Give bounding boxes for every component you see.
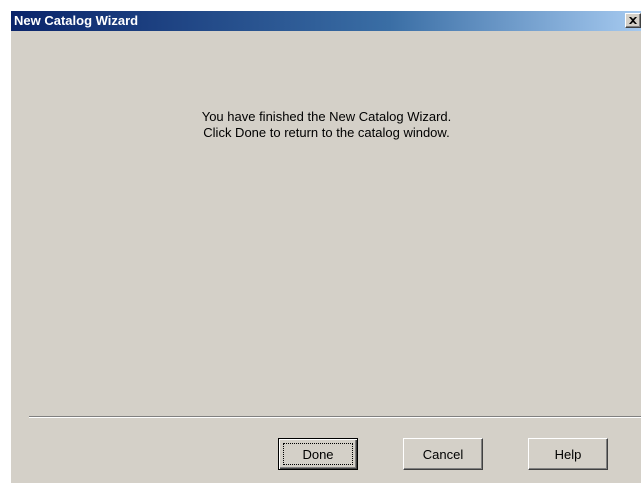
title-bar[interactable]: New Catalog Wizard xyxy=(11,11,641,31)
cancel-button[interactable]: Cancel xyxy=(403,438,483,470)
message-line-2: Click Done to return to the catalog wind… xyxy=(203,125,450,140)
close-button[interactable] xyxy=(625,13,641,28)
done-button[interactable]: Done xyxy=(278,438,358,470)
help-button-label: Help xyxy=(554,446,582,462)
help-button[interactable]: Help xyxy=(528,438,608,470)
completion-message: You have finished the New Catalog Wizard… xyxy=(11,109,641,141)
done-button-label: Done xyxy=(302,446,334,462)
cancel-button-label: Cancel xyxy=(422,446,464,462)
button-separator xyxy=(29,416,641,418)
new-catalog-wizard-dialog: New Catalog Wizard You have finished the… xyxy=(10,10,641,483)
window-title: New Catalog Wizard xyxy=(14,13,139,28)
close-icon xyxy=(629,17,637,24)
message-line-1: You have finished the New Catalog Wizard… xyxy=(201,109,452,124)
